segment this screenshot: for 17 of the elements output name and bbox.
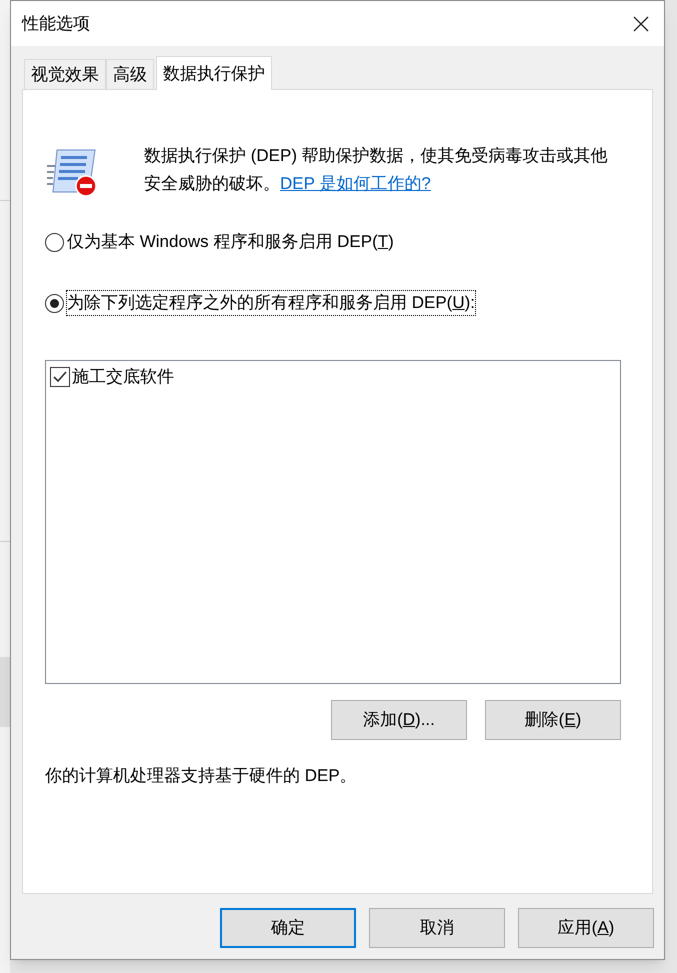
window-title: 性能选项: [22, 12, 90, 35]
dep-help-link[interactable]: DEP 是如何工作的?: [280, 174, 431, 193]
radio-option[interactable]: 仅为基本 Windows 程序和服务启用 DEP(T): [45, 230, 621, 254]
tab[interactable]: 视觉效果: [24, 59, 106, 89]
program-checkbox[interactable]: 施工交底软件: [50, 365, 616, 389]
dialog-button[interactable]: 取消: [369, 908, 505, 948]
list-action-button[interactable]: 添加(D)...: [331, 700, 467, 740]
dialog-button[interactable]: 确定: [220, 908, 356, 948]
dep-description: 数据执行保护 (DEP) 帮助保护数据，使其免受病毒攻击或其他安全威胁的破坏。DEP 是如何工作的?: [144, 145, 609, 195]
dialog-button[interactable]: 应用(A): [518, 908, 654, 948]
tab[interactable]: 高级: [106, 59, 154, 89]
list-action-button[interactable]: 删除(E): [485, 700, 621, 740]
checkmark-icon: [53, 371, 67, 383]
tab[interactable]: 数据执行保护: [156, 56, 272, 90]
status-text: 你的计算机处理器支持基于硬件的 DEP。: [45, 765, 358, 787]
radio-option[interactable]: 为除下列选定程序之外的所有程序和服务启用 DEP(U):: [45, 291, 621, 315]
close-icon: [633, 16, 649, 32]
